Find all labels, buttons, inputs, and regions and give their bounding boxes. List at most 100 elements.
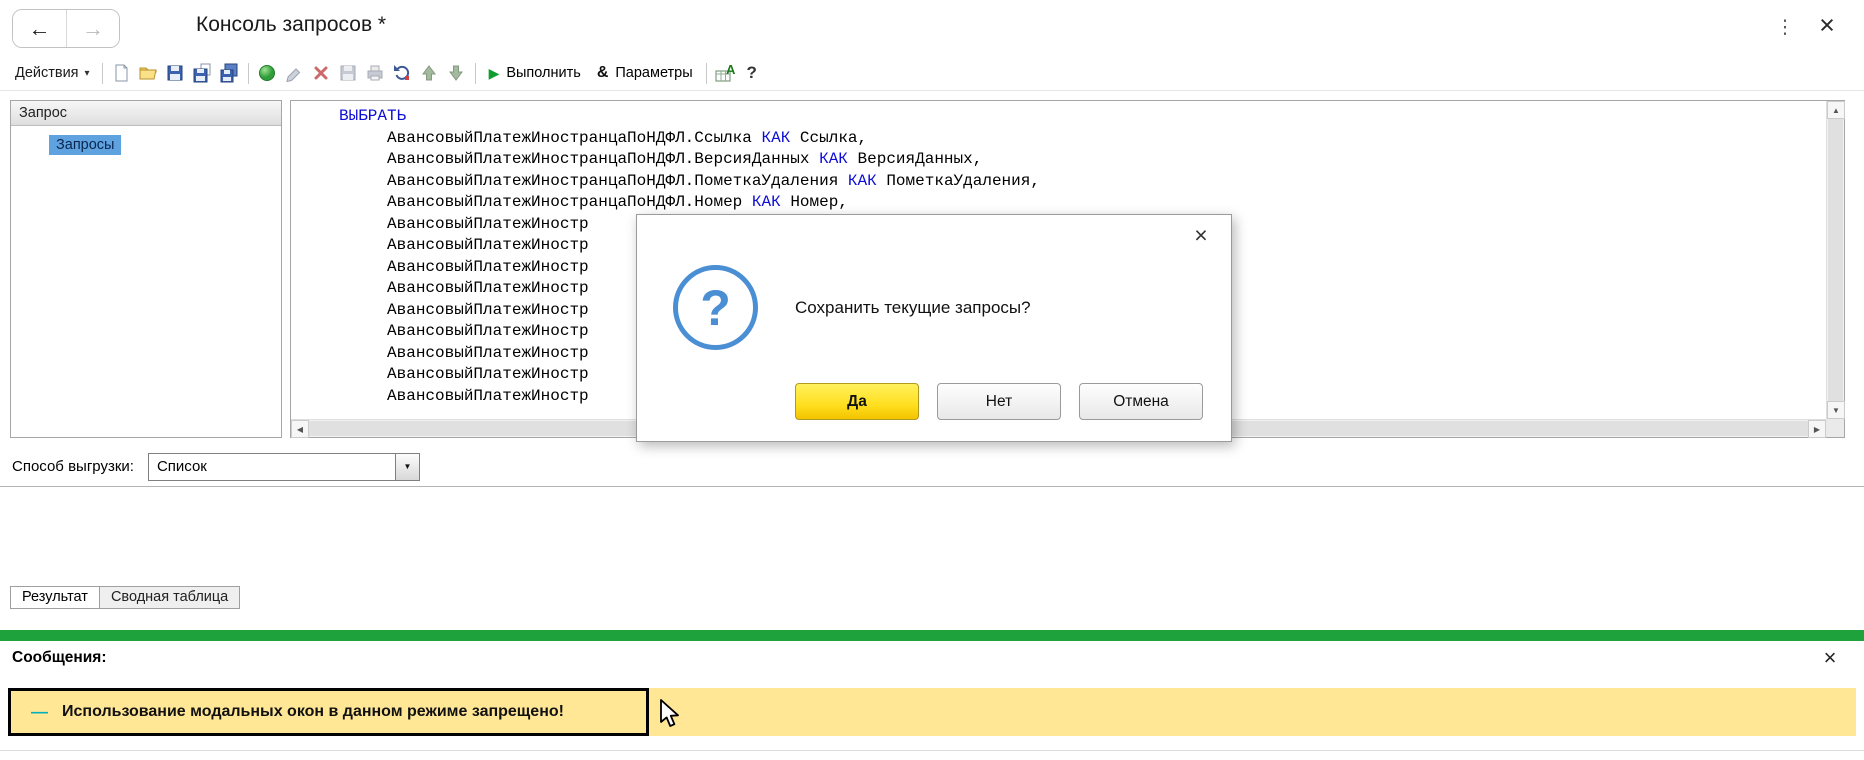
undo-button[interactable] <box>389 60 416 86</box>
yes-button[interactable]: Да <box>795 383 919 420</box>
messages-close-button[interactable]: × <box>1816 644 1844 672</box>
code-line: ВЫБРАТЬ <box>339 107 407 125</box>
actions-label: Действия <box>15 65 79 81</box>
export-method-value[interactable]: Список <box>149 454 395 480</box>
section-divider <box>0 486 1864 487</box>
play-icon: ▶ <box>488 64 500 81</box>
save-as-button[interactable] <box>189 60 216 86</box>
tree-item-queries[interactable]: Запросы <box>49 135 122 155</box>
arrow-down-icon <box>449 65 464 81</box>
save-result-button[interactable] <box>335 60 362 86</box>
toolbar-separator <box>705 62 707 84</box>
titlebar: ← → Консоль запросов * ⋮ × <box>0 0 1864 56</box>
floppy-copy-icon <box>193 63 211 83</box>
folder-open-icon <box>139 67 157 80</box>
actions-menu-button[interactable]: Действия ▾ <box>8 62 97 84</box>
kebab-icon: ⋮ <box>1775 16 1795 38</box>
dialog-close-button[interactable]: × <box>1187 221 1215 249</box>
tab-pivot-table[interactable]: Сводная таблица <box>99 586 241 609</box>
scroll-right-button[interactable]: ▶ <box>1808 420 1826 438</box>
save-all-button[interactable] <box>216 60 243 86</box>
parameters-button[interactable]: & Параметры <box>589 62 701 84</box>
query-panel-header: Запрос <box>11 101 281 126</box>
code-line: АвансовыйПлатежИностранцаПоНДФЛ.Номер КА… <box>387 193 848 211</box>
new-query-button[interactable] <box>108 60 135 86</box>
question-icon: ? <box>673 265 758 350</box>
new-document-icon <box>115 64 128 82</box>
dialog-message: Сохранить текущие запросы? <box>795 298 1031 317</box>
print-button[interactable] <box>362 60 389 86</box>
red-cross-icon <box>314 66 328 80</box>
message-text: Использование модальных окон в данном ре… <box>62 703 564 720</box>
add-button[interactable] <box>254 60 281 86</box>
dialog-close-icon: × <box>1194 221 1208 248</box>
nav-buttons: ← → <box>12 9 120 48</box>
page-title: Консоль запросов * <box>196 13 387 36</box>
svg-text:А: А <box>726 62 736 77</box>
floppy-all-icon <box>220 63 238 83</box>
save-confirmation-dialog: × ? Сохранить текущие запросы? Да Нет От… <box>636 214 1232 442</box>
no-button[interactable]: Нет <box>937 383 1061 420</box>
scroll-down-button[interactable]: ▼ <box>1827 401 1845 419</box>
floppy-icon <box>167 65 183 81</box>
code-line: АвансовыйПлатежИностранцаПоНДФЛ.ВерсияДа… <box>387 150 983 168</box>
pencil-icon <box>286 68 301 83</box>
window-close-button[interactable]: × <box>1812 8 1842 42</box>
export-method-combobox[interactable]: Список ▼ <box>147 452 420 481</box>
query-builder-button[interactable]: А <box>712 60 739 86</box>
scrollbar-corner <box>1826 419 1844 437</box>
kebab-menu-button[interactable]: ⋮ <box>1772 12 1798 42</box>
open-button[interactable] <box>135 60 162 86</box>
forward-button[interactable]: → <box>66 10 119 47</box>
code-line: АвансовыйПлатежИностранцаПоНДФЛ.Ссылка К… <box>387 128 868 147</box>
combobox-dropdown-button[interactable]: ▼ <box>394 453 419 480</box>
back-icon: ← <box>28 15 51 41</box>
dialog-buttons: Да Нет Отмена <box>795 383 1203 420</box>
help-button[interactable]: ? <box>739 60 765 86</box>
delete-button[interactable] <box>308 60 335 86</box>
table-letter-icon: А <box>715 62 736 82</box>
chevron-down-icon: ▾ <box>84 67 90 79</box>
scroll-left-icon: ◀ <box>296 424 304 434</box>
edit-button[interactable] <box>281 60 308 86</box>
forward-icon: → <box>82 15 104 41</box>
run-label: Выполнить <box>506 65 581 81</box>
printer-icon <box>367 65 383 81</box>
toolbar-separator <box>474 62 476 84</box>
combo-caret-icon: ▼ <box>403 462 412 471</box>
scroll-right-icon: ▶ <box>1813 424 1821 434</box>
arrow-up-icon <box>422 65 437 81</box>
add-icon <box>259 65 276 81</box>
save-button[interactable] <box>162 60 189 86</box>
progress-bar <box>0 630 1864 641</box>
cancel-button[interactable]: Отмена <box>1079 383 1203 420</box>
bottom-divider <box>0 750 1864 751</box>
message-dash-icon: — <box>31 702 48 721</box>
scroll-left-button[interactable]: ◀ <box>291 420 309 438</box>
message-row[interactable]: — Использование модальных окон в данном … <box>8 688 1856 736</box>
scroll-up-icon: ▲ <box>1832 105 1840 115</box>
toolbar-separator <box>247 62 249 84</box>
mouse-cursor <box>658 699 684 734</box>
export-row: Способ выгрузки: Список ▼ <box>12 452 420 481</box>
move-down-button[interactable] <box>443 60 470 86</box>
messages-header: Сообщения: <box>12 649 107 666</box>
code-line: АвансовыйПлатежИностранцаПоНДФЛ.ПометкаУ… <box>387 171 1040 190</box>
toolbar-separator <box>101 62 103 84</box>
tab-result[interactable]: Результат <box>10 586 100 609</box>
move-up-button[interactable] <box>416 60 443 86</box>
message-item[interactable]: — Использование модальных окон в данном … <box>8 688 649 736</box>
run-button[interactable]: ▶ Выполнить <box>481 63 589 84</box>
vertical-scrollbar-thumb[interactable] <box>1828 119 1843 401</box>
export-method-label: Способ выгрузки: <box>12 458 134 475</box>
query-console-window: ← → Консоль запросов * ⋮ × Действия ▾ ▶ … <box>0 0 1864 760</box>
back-button[interactable]: ← <box>13 10 66 47</box>
toolbar: Действия ▾ ▶ Выполнить & Параметры А ? <box>0 56 1864 91</box>
scroll-up-button[interactable]: ▲ <box>1827 101 1845 119</box>
messages-close-icon: × <box>1823 645 1837 670</box>
ampersand-icon: & <box>596 64 609 81</box>
question-glyph: ? <box>700 279 731 336</box>
help-icon: ? <box>746 63 757 82</box>
vertical-scrollbar[interactable]: ▲ ▼ <box>1826 101 1845 419</box>
scroll-down-icon: ▼ <box>1832 405 1840 415</box>
